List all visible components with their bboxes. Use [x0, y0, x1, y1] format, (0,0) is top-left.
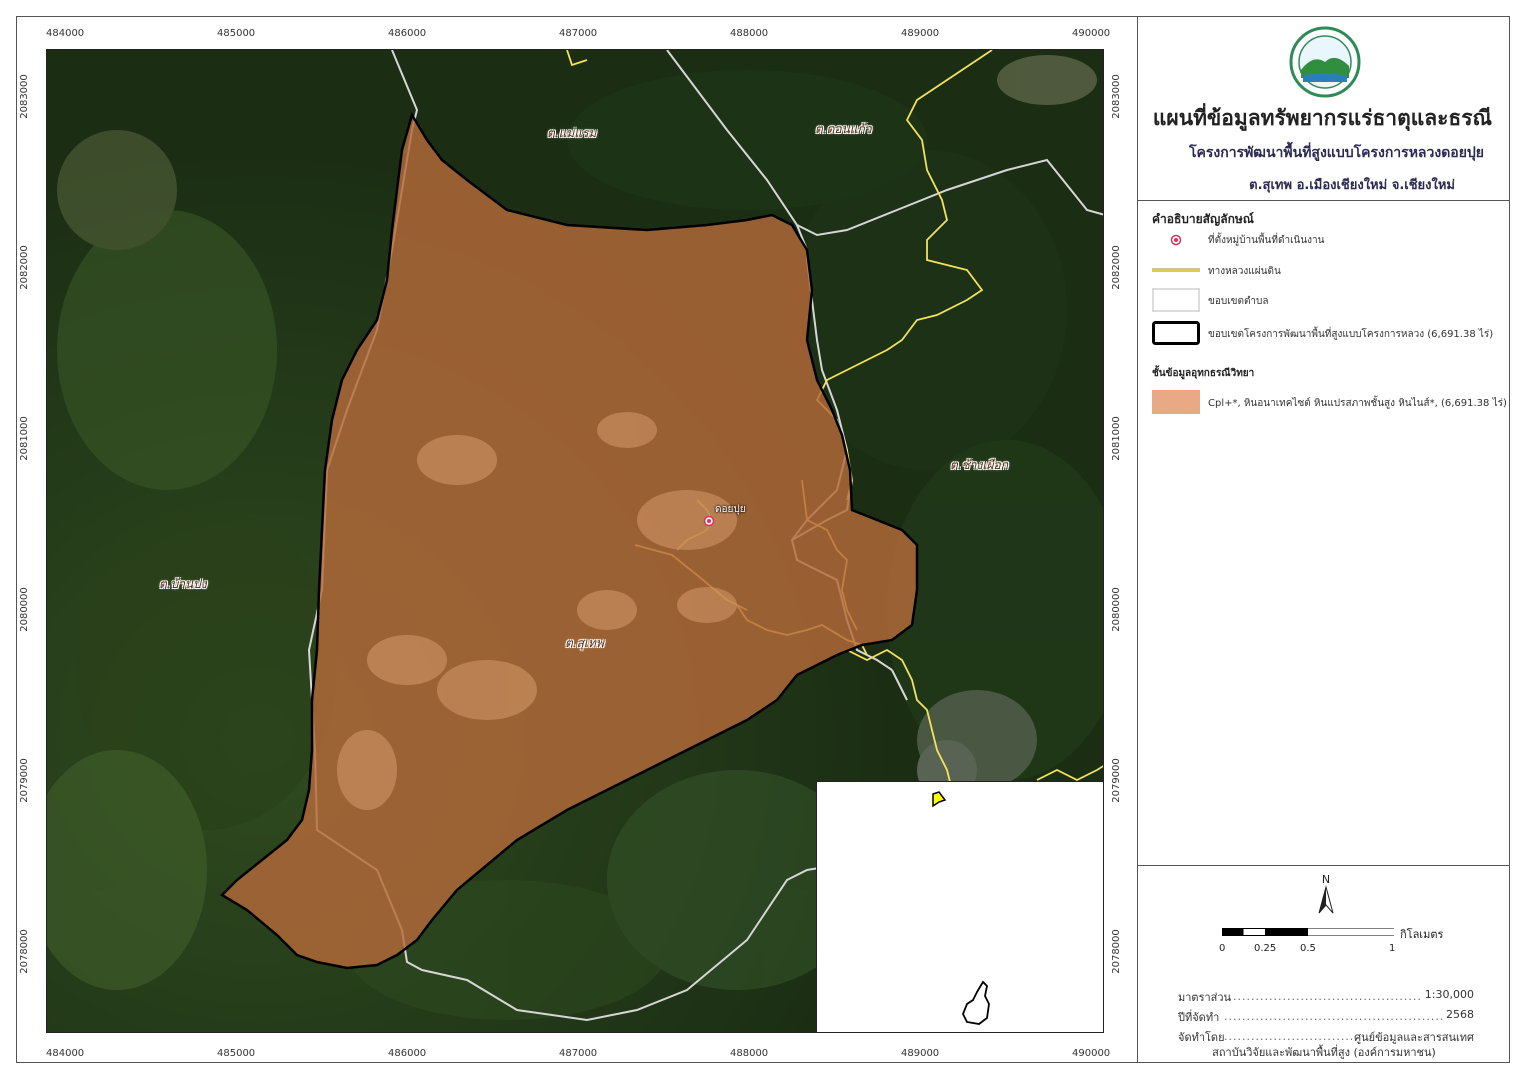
legend-item-village: ที่ตั้งหมู่บ้านพื้นที่ดำเนินงาน [1152, 230, 1502, 254]
y-tick-label: 2079000 [1110, 758, 1122, 803]
scale-label: 0.25 [1254, 943, 1277, 954]
inset-canvas [932, 791, 990, 1025]
legend-geology-heading: ชั้นข้อมูลอุทกธรณีวิทยา [1152, 368, 1255, 379]
map-info-block: N กิโลเมตร 0 0.25 0.5 1 มาตราส่วน ......… [1138, 865, 1510, 1063]
legend-item-highway: ทางหลวงแผ่นดิน [1152, 258, 1502, 282]
legend-label-highway: ทางหลวงแผ่นดิน [1208, 266, 1281, 277]
locator-inset-map [816, 781, 1104, 1033]
north-label: N [1322, 873, 1330, 886]
scale-label: 1 [1389, 943, 1396, 954]
y-tick-label: 2081000 [18, 416, 30, 461]
legend-item-subdistrict-boundary: ขอบเขตตำบล [1152, 288, 1502, 312]
y-tick-label: 2079000 [18, 758, 30, 803]
side-panel: แผนที่ข้อมูลทรัพยากรแร่ธาตุและธรณี โครงก… [1138, 16, 1510, 1063]
y-tick-label: 2080000 [1110, 587, 1122, 632]
geology-unit-swatch [1152, 390, 1200, 414]
village-label-doi-pui: ดอยปุย [715, 504, 746, 515]
scale-label: 0 [1219, 943, 1226, 954]
legend-label-geology-unit: Cpl+*, หินอนาเทคไซต์ หินแปรสภาพชั้นสูง ห… [1208, 398, 1507, 409]
inset-highlight-area [932, 791, 947, 808]
inset-province-outline [962, 980, 990, 1025]
project-boundary-swatch [1152, 321, 1200, 345]
x-tick-label: 490000 [1072, 1048, 1111, 1059]
scale-unit: กิโลเมตร [1400, 928, 1444, 941]
x-tick-label: 489000 [901, 1048, 940, 1059]
y-tick-label: 2082000 [18, 245, 30, 290]
north-arrow-icon: N [1318, 873, 1334, 914]
scale-label: 0.5 [1300, 943, 1316, 954]
x-tick-label: 484000 [46, 28, 85, 39]
legend-item-geology-unit: Cpl+*, หินอนาเทคไซต์ หินแปรสภาพชั้นสูง ห… [1152, 390, 1507, 414]
x-tick-label: 486000 [388, 28, 427, 39]
x-tick-label: 489000 [901, 28, 940, 39]
legend-label-project-boundary: ขอบเขตโครงการพัฒนาพื้นที่สูงแบบโครงการหล… [1208, 329, 1494, 340]
location-subtitle: ต.สุเทพ อ.เมืองเชียงใหม่ จ.เชียงใหม่ [1249, 178, 1455, 193]
meta-year-key: ปีที่จัดทำ [1178, 1011, 1220, 1024]
place-label-mae-raem: ต.แม่แรม [547, 126, 597, 140]
y-tick-label: 2083000 [1110, 74, 1122, 119]
place-label-ban-pong: ต.บ้านปง [159, 577, 207, 591]
x-tick-label: 488000 [730, 1048, 769, 1059]
leader-dots: ........................................… [1224, 1010, 1474, 1021]
map-title: แผนที่ข้อมูลทรัพยากรแร่ธาตุและธรณี [1152, 106, 1492, 130]
meta-year-value: 2568 [1444, 1008, 1474, 1021]
x-tick-label: 484000 [46, 1048, 85, 1059]
y-tick-label: 2082000 [1110, 245, 1122, 290]
village-marker-doi-pui[interactable] [703, 515, 715, 527]
legend: คำอธิบายสัญลักษณ์ ที่ตั้งหมู่บ้านพื้นที่… [1138, 200, 1510, 866]
x-tick-label: 486000 [388, 1048, 427, 1059]
legend-label-village: ที่ตั้งหมู่บ้านพื้นที่ดำเนินงาน [1208, 235, 1325, 246]
project-title: โครงการพัฒนาพื้นที่สูงแบบโครงการหลวงดอยป… [1188, 145, 1484, 161]
place-label-don-kaeo: ต.ดอนแก้ว [815, 122, 872, 136]
highway-line-icon [1152, 268, 1200, 272]
x-tick-label: 487000 [559, 28, 598, 39]
place-label-chang-phueak: ต.ช้างเผือก [950, 458, 1008, 472]
scale-bar-graphic [1222, 928, 1394, 936]
title-block: แผนที่ข้อมูลทรัพยากรแร่ธาตุและธรณี โครงก… [1138, 16, 1510, 201]
village-marker-icon [1170, 234, 1182, 246]
x-tick-label: 485000 [217, 28, 256, 39]
y-tick-label: 2081000 [1110, 416, 1122, 461]
scale-bar: กิโลเมตร 0 0.25 0.5 1 [1218, 925, 1478, 965]
institute-logo-icon [1289, 26, 1361, 98]
legend-item-project-boundary: ขอบเขตโครงการพัฒนาพื้นที่สูงแบบโครงการหล… [1152, 321, 1502, 345]
meta-scale-value: 1:30,000 [1422, 988, 1474, 1001]
y-tick-label: 2080000 [18, 587, 30, 632]
legend-heading: คำอธิบายสัญลักษณ์ [1152, 212, 1254, 226]
x-tick-label: 490000 [1072, 28, 1111, 39]
y-tick-label: 2078000 [1110, 929, 1122, 974]
subdistrict-boundary-swatch [1152, 288, 1200, 312]
x-tick-label: 488000 [730, 28, 769, 39]
x-tick-label: 485000 [217, 1048, 256, 1059]
place-label-suthep: ต.สุเทพ [565, 636, 604, 650]
y-tick-label: 2078000 [18, 929, 30, 974]
organization-name: สถาบันวิจัยและพัฒนาพื้นที่สูง (องค์การมห… [1212, 1046, 1436, 1059]
legend-label-subdistrict-boundary: ขอบเขตตำบล [1208, 296, 1269, 307]
x-tick-label: 487000 [559, 1048, 598, 1059]
y-tick-label: 2083000 [18, 74, 30, 119]
